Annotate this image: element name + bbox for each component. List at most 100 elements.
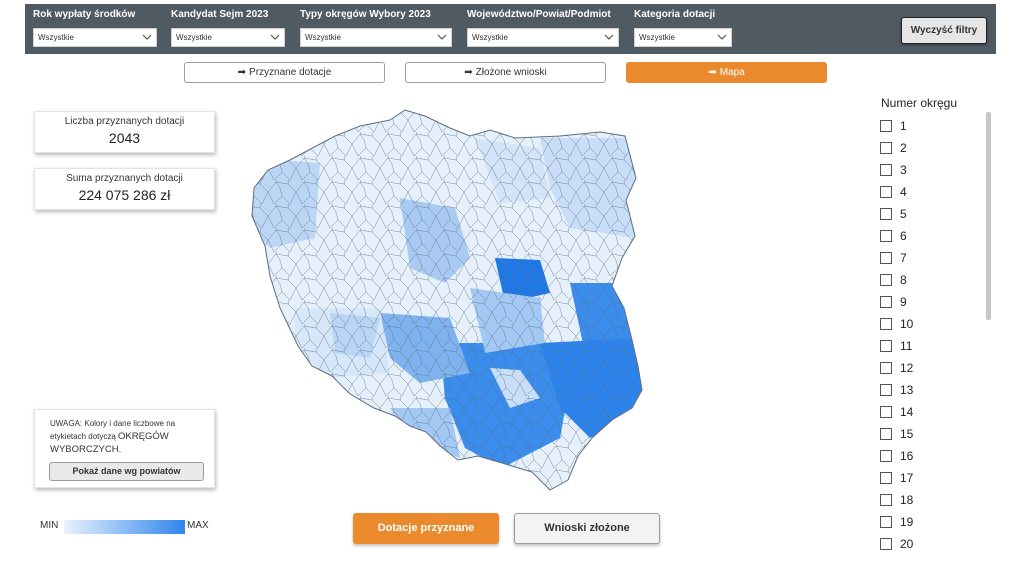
checkbox-icon[interactable]	[880, 472, 892, 484]
checkbox-icon[interactable]	[880, 142, 892, 154]
checkbox-icon[interactable]	[880, 538, 892, 550]
slicer-item-label: 9	[900, 295, 907, 309]
checkbox-icon[interactable]	[880, 318, 892, 330]
slicer-item-label: 7	[900, 251, 907, 265]
report-page: Rok wypłaty środków Wszystkie Kandydat S…	[0, 0, 1024, 564]
checkbox-icon[interactable]	[880, 252, 892, 264]
kpi-label: Liczba przyznanych dotacji	[64, 116, 185, 127]
filter-kategoria: Kategoria dotacji Wszystkie	[634, 8, 732, 47]
nav-submitted-button[interactable]: ➡ Złożone wnioski	[405, 62, 606, 83]
filter-wojewodztwo: Województwo/Powiat/Podmiot Wszystkie	[467, 8, 619, 47]
filter-dropdown-rok-wyplaty[interactable]: Wszystkie	[33, 28, 157, 47]
slicer-item[interactable]: 5	[880, 203, 980, 225]
slicer-item[interactable]: 18	[880, 489, 980, 511]
filter-label: Województwo/Powiat/Podmiot	[467, 9, 611, 20]
filter-value: Wszystkie	[176, 33, 212, 42]
slicer-item[interactable]: 14	[880, 401, 980, 423]
slicer-item[interactable]: 16	[880, 445, 980, 467]
filter-dropdown-typy-okregow[interactable]: Wszystkie	[300, 28, 452, 47]
kpi-card-sum: Suma przyznanych dotacji 224 075 286 zł	[34, 168, 215, 210]
slicer-item[interactable]: 19	[880, 511, 980, 533]
filter-value: Wszystkie	[38, 33, 74, 42]
slicer-item[interactable]: 12	[880, 357, 980, 379]
filter-rok-wyplaty: Rok wypłaty środków Wszystkie	[33, 8, 157, 47]
checkbox-icon[interactable]	[880, 186, 892, 198]
slicer-item-label: 20	[900, 537, 914, 551]
nav-map-button[interactable]: ➡ Mapa	[626, 62, 827, 83]
chevron-down-icon	[717, 34, 727, 40]
slicer-item-label: 15	[900, 427, 914, 441]
checkbox-icon[interactable]	[880, 296, 892, 308]
legend-max-label: MAX	[187, 520, 209, 531]
slicer-item[interactable]: 20	[880, 533, 980, 555]
legend-min-label: MIN	[40, 520, 59, 531]
checkbox-icon[interactable]	[880, 516, 892, 528]
slicer-item[interactable]: 13	[880, 379, 980, 401]
slicer-item[interactable]: 3	[880, 159, 980, 181]
filter-value: Wszystkie	[305, 33, 341, 42]
checkbox-icon[interactable]	[880, 230, 892, 242]
nav-granted-button[interactable]: ➡ Przyznane dotacje	[184, 62, 385, 83]
checkbox-icon[interactable]	[880, 362, 892, 374]
nav-label: Złożone wnioski	[475, 67, 547, 78]
kpi-value: 224 075 286 zł	[78, 187, 171, 203]
slicer-item-label: 8	[900, 273, 907, 287]
slicer-item[interactable]: 1	[880, 115, 980, 137]
slicer-item-label: 12	[900, 361, 914, 375]
slicer-item-label: 18	[900, 493, 914, 507]
submitted-applications-button[interactable]: Wnioski złożone	[514, 513, 660, 544]
filter-dropdown-wojewodztwo[interactable]: Wszystkie	[467, 28, 619, 47]
slicer-title: Numer okręgu	[881, 96, 958, 110]
nav-label: Przyznane dotacje	[249, 67, 332, 78]
slicer-item-label: 1	[900, 119, 907, 133]
slicer-item[interactable]: 17	[880, 467, 980, 489]
legend-gradient-bar	[64, 520, 185, 534]
slicer-item-label: 16	[900, 449, 914, 463]
filter-label: Rok wypłaty środków	[33, 9, 136, 20]
chevron-down-icon	[604, 34, 614, 40]
arrow-right-icon: ➡	[464, 67, 473, 78]
slicer-item[interactable]: 4	[880, 181, 980, 203]
slicer-item[interactable]: 15	[880, 423, 980, 445]
checkbox-icon[interactable]	[880, 164, 892, 176]
granted-dotations-button[interactable]: Dotacje przyznane	[353, 513, 499, 544]
filter-dropdown-kandydat[interactable]: Wszystkie	[171, 28, 285, 47]
filter-label: Typy okręgów Wybory 2023	[300, 9, 431, 20]
filter-dropdown-kategoria[interactable]: Wszystkie	[634, 28, 732, 47]
checkbox-icon[interactable]	[880, 450, 892, 462]
show-by-county-button[interactable]: Pokaż dane wg powiatów	[49, 462, 204, 481]
checkbox-icon[interactable]	[880, 428, 892, 440]
note-card: UWAGA: Kolory i dane liczbowe na etykiet…	[34, 409, 215, 488]
arrow-right-icon: ➡	[237, 67, 247, 78]
checkbox-icon[interactable]	[880, 494, 892, 506]
note-text: UWAGA: Kolory i dane liczbowe na etykiet…	[50, 417, 210, 456]
filter-label: Kandydat Sejm 2023	[171, 9, 269, 20]
slicer-item[interactable]: 9	[880, 291, 980, 313]
slicer-item[interactable]: 8	[880, 269, 980, 291]
slicer-item[interactable]: 7	[880, 247, 980, 269]
kpi-value: 2043	[108, 130, 141, 146]
poland-district-map[interactable]	[240, 108, 660, 493]
slicer-item-label: 13	[900, 383, 914, 397]
slicer-item[interactable]: 10	[880, 313, 980, 335]
checkbox-icon[interactable]	[880, 384, 892, 396]
checkbox-icon[interactable]	[880, 406, 892, 418]
slicer-item[interactable]: 2	[880, 137, 980, 159]
checkbox-icon[interactable]	[880, 120, 892, 132]
checkbox-icon[interactable]	[880, 340, 892, 352]
slicer-item-label: 3	[900, 163, 907, 177]
slicer-item-label: 17	[900, 471, 914, 485]
slicer-item-label: 10	[900, 317, 914, 331]
filter-label: Kategoria dotacji	[634, 9, 716, 20]
chevron-down-icon	[437, 34, 447, 40]
filter-bar: Rok wypłaty środków Wszystkie Kandydat S…	[25, 4, 996, 54]
checkbox-icon[interactable]	[880, 208, 892, 220]
slicer-item[interactable]: 6	[880, 225, 980, 247]
kpi-label: Suma przyznanych dotacji	[66, 173, 183, 184]
slicer-item[interactable]: 11	[880, 335, 980, 357]
clear-filters-button[interactable]: Wyczyść filtry	[901, 17, 987, 44]
arrow-right-icon: ➡	[708, 67, 717, 78]
note-line-1: UWAGA: Kolory i dane liczbowe na	[50, 419, 176, 428]
checkbox-icon[interactable]	[880, 274, 892, 286]
slicer-scrollbar[interactable]	[986, 112, 991, 320]
